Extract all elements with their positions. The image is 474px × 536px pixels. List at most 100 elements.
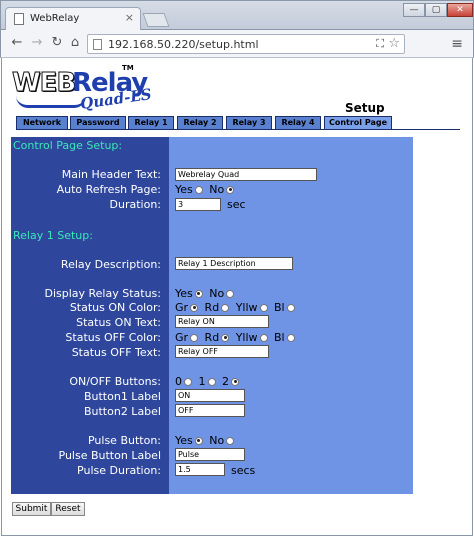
main-header-input[interactable]: Webrelay Quad [175,168,317,181]
menu-icon[interactable]: ≡ [451,36,463,52]
button2-input[interactable]: OFF [175,404,245,417]
button1-input[interactable]: ON [175,389,245,402]
tab-relay-4[interactable]: Relay 4 [275,116,321,130]
pulse-yes-radio[interactable] [194,436,203,445]
tab-relay-2[interactable]: Relay 2 [177,116,223,130]
status-on-bl-radio[interactable] [286,303,295,312]
webrelay-logo: WEB Relay TM Quad-LS [11,64,152,114]
pulse-button-options: Yes No [175,434,237,447]
status-on-gr-label: Gr [175,301,189,314]
minimize-button[interactable]: — [403,3,425,17]
button2-label: Button2 Label [83,405,161,418]
duration-unit: sec [227,198,246,211]
browser-title-bar: WebRelay × — ▢ ✕ [0,0,474,31]
star-icon[interactable]: ☆ [388,36,400,51]
forward-arrow-icon[interactable]: → [29,35,45,50]
pulse-duration-unit: secs [231,464,256,477]
tab-network[interactable]: Network [16,116,68,130]
status-off-bl-label: Bl [274,331,285,344]
duration-label: Duration: [109,198,161,211]
tab-relay-3[interactable]: Relay 3 [226,116,272,130]
url-text: 192.168.50.220/setup.html [108,38,259,51]
pulse-no-label: No [209,434,225,447]
reload-icon[interactable]: ↻ [49,35,65,50]
auto-refresh-yes-label: Yes [175,183,193,196]
display-status-no-radio[interactable] [226,289,235,298]
tab-password[interactable]: Password [70,116,126,130]
tab-control-page[interactable]: Control Page [324,116,392,130]
new-tab-button[interactable] [142,13,170,27]
status-on-text-label: Status ON Text: [76,316,161,329]
reset-button[interactable]: Reset [51,502,85,516]
tab-relay-1[interactable]: Relay 1 [128,116,174,130]
logo-swoosh [16,96,86,108]
display-status-options: Yes No [175,287,237,300]
auto-refresh-no-label: No [209,183,225,196]
status-off-rd-label: Rd [204,331,220,344]
status-off-color-label: Status OFF Color: [65,331,161,344]
status-off-text-input[interactable]: Relay OFF [175,345,269,358]
back-arrow-icon[interactable]: ← [9,35,25,50]
browser-tab[interactable]: WebRelay × [5,7,141,31]
auto-refresh-no-radio[interactable] [226,185,235,194]
pulse-duration-input[interactable]: 1.5 [175,463,225,476]
section-title-relay-1: Relay 1 Setup: [13,229,93,242]
pulse-button-label: Pulse Button: [87,434,161,447]
pulse-yes-label: Yes [175,434,193,447]
maximize-button[interactable]: ▢ [425,3,447,17]
onoff-1-radio[interactable] [207,377,216,386]
translate-icon[interactable]: ⛶ [376,37,384,51]
relay-description-label: Relay Description: [60,258,161,271]
auto-refresh-yes-radio[interactable] [194,185,203,194]
status-off-gr-radio[interactable] [190,333,199,342]
page-title: Setup [345,101,385,115]
tab-title: WebRelay [30,13,80,24]
close-icon[interactable]: × [125,11,134,24]
onoff-buttons-label: ON/OFF Buttons: [69,375,161,388]
page-icon [14,13,24,25]
pulse-no-radio[interactable] [226,436,235,445]
status-on-bl-label: Bl [274,301,285,314]
pulse-button-text-input[interactable]: Pulse [175,448,245,461]
status-on-rd-label: Rd [204,301,220,314]
status-off-yllw-radio[interactable] [259,333,268,342]
close-window-button[interactable]: ✕ [447,3,473,17]
status-off-bl-radio[interactable] [286,333,295,342]
onoff-2-label: 2 [222,375,229,388]
onoff-2-radio[interactable] [231,377,239,386]
onoff-0-radio[interactable] [184,377,192,386]
status-off-text-label: Status OFF Text: [71,346,161,359]
status-off-yllw-label: Yllw [235,331,258,344]
status-on-text-input[interactable]: Relay ON [175,315,269,328]
page-icon [93,39,102,50]
auto-refresh-options: Yes No [175,183,237,196]
status-on-gr-radio[interactable] [190,303,199,312]
submit-button[interactable]: Submit [12,502,51,516]
browser-toolbar: ← → ↻ ⌂ 192.168.50.220/setup.html ⛶ ☆ ≡ [0,30,474,58]
duration-input[interactable]: 3 [175,198,221,211]
display-status-yes-radio[interactable] [194,289,203,298]
button1-label: Button1 Label [83,390,161,403]
status-on-yllw-label: Yllw [235,301,258,314]
status-on-rd-radio[interactable] [221,303,230,312]
onoff-buttons-options: 0 1 2 [175,375,242,388]
address-bar[interactable]: 192.168.50.220/setup.html ⛶ ☆ [87,34,405,54]
auto-refresh-label: Auto Refresh Page: [56,183,161,196]
status-off-gr-label: Gr [175,331,189,344]
pulse-duration-label: Pulse Duration: [77,464,161,477]
onoff-0-label: 0 [175,375,182,388]
status-off-rd-radio[interactable] [221,333,230,342]
status-on-color-label: Status ON Color: [69,301,161,314]
pulse-button-text-label: Pulse Button Label [58,449,161,462]
onoff-1-label: 1 [198,375,206,388]
main-header-label: Main Header Text: [61,168,161,181]
tab-underline [16,129,460,130]
status-off-color-options: Gr Rd Yllw Bl [175,331,298,344]
status-on-yllw-radio[interactable] [259,303,268,312]
logo-web-text: WEB [11,68,76,99]
home-icon[interactable]: ⌂ [67,35,83,50]
relay-description-input[interactable]: Relay 1 Description [175,257,293,270]
display-status-no-label: No [209,287,225,300]
status-on-color-options: Gr Rd Yllw Bl [175,301,298,314]
display-status-label: Display Relay Status: [44,287,161,300]
